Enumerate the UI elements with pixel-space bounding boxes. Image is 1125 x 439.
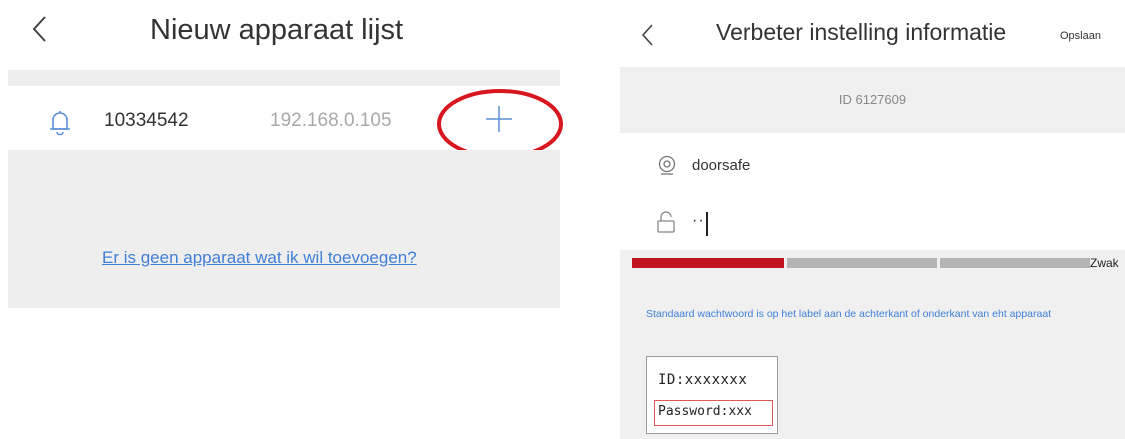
no-device-help-link[interactable]: Er is geen apparaat wat ik wil toevoegen…: [102, 248, 417, 268]
page-title: Verbeter instelling informatie: [716, 19, 1007, 45]
strength-segment-strong: [940, 258, 1090, 268]
device-name-value: doorsafe: [692, 157, 751, 174]
bell-icon: [44, 106, 76, 138]
strength-segment-weak: [632, 258, 784, 268]
password-strength-band: [620, 250, 1125, 286]
save-button[interactable]: Opslaan: [1060, 30, 1101, 42]
empty-state-panel: [8, 150, 560, 308]
password-value: ··: [692, 212, 705, 229]
back-chevron-icon[interactable]: [30, 14, 50, 44]
password-strength-label: Zwak: [1090, 256, 1119, 270]
label-id-line: ID:xxxxxxx: [658, 372, 748, 388]
text-caret: [706, 212, 708, 236]
lock-icon: [656, 210, 676, 234]
back-chevron-icon[interactable]: [638, 22, 658, 52]
camera-icon: [656, 154, 678, 176]
label-password-line: Password:xxx: [658, 404, 752, 419]
divider-band: [8, 70, 560, 86]
strength-segment-medium: [787, 258, 937, 268]
new-device-list-screen: Nieuw apparaat lijst 10334542 192.168.0.…: [0, 0, 563, 439]
device-ip-address: 192.168.0.105: [270, 110, 392, 131]
page-title: Nieuw apparaat lijst: [150, 14, 404, 46]
default-password-hint: Standaard wachtwoord is op het label aan…: [646, 308, 1052, 320]
device-id: 10334542: [104, 110, 189, 131]
edit-settings-screen: Verbeter instelling informatie Opslaan I…: [620, 0, 1125, 439]
device-id-label: ID 6127609: [838, 92, 907, 107]
